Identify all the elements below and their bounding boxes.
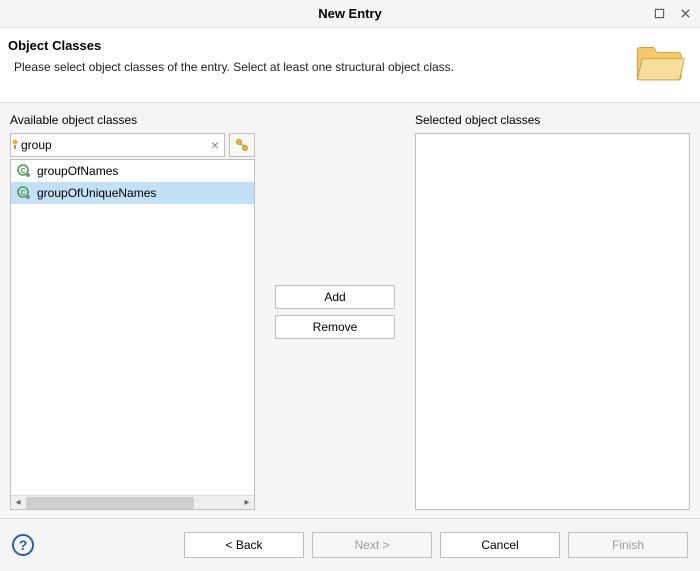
list-item-label: groupOfNames — [37, 164, 118, 178]
list-item[interactable]: CgroupOfNames — [11, 160, 254, 182]
help-button[interactable]: ? — [12, 534, 34, 556]
back-button[interactable]: < Back — [184, 532, 304, 558]
title-bar: New Entry — [0, 0, 700, 28]
toggle-hierarchy-button[interactable] — [229, 133, 255, 157]
close-button[interactable] — [678, 7, 692, 21]
available-list[interactable]: CgroupOfNamesCgroupOfUniqueNames ◂ ▸ — [10, 159, 255, 510]
filter-input[interactable] — [19, 136, 206, 154]
window-title: New Entry — [0, 6, 700, 21]
next-button[interactable]: Next > — [312, 532, 432, 558]
selected-label: Selected object classes — [415, 113, 690, 127]
wizard-header: Object Classes Please select object clas… — [0, 28, 700, 103]
page-description: Please select object classes of the entr… — [8, 59, 624, 76]
add-button[interactable]: Add — [275, 285, 395, 309]
available-panel: Available object classes × CgroupOfNames… — [10, 113, 255, 510]
svg-text:C: C — [20, 168, 25, 175]
object-class-icon: C — [17, 186, 31, 200]
list-item[interactable]: CgroupOfUniqueNames — [11, 182, 254, 204]
list-item-label: groupOfUniqueNames — [37, 186, 156, 200]
filter-field[interactable]: × — [10, 133, 225, 157]
wizard-content: Available object classes × CgroupOfNames… — [0, 103, 700, 510]
object-class-icon: C — [17, 164, 31, 178]
svg-text:C: C — [20, 190, 25, 197]
folder-icon — [634, 38, 686, 86]
selected-list[interactable] — [415, 133, 690, 510]
remove-button[interactable]: Remove — [275, 315, 395, 339]
finish-button[interactable]: Finish — [568, 532, 688, 558]
transfer-buttons: Add Remove — [255, 113, 415, 510]
selected-panel: Selected object classes — [415, 113, 690, 510]
horizontal-scrollbar[interactable]: ◂ ▸ — [11, 495, 254, 509]
clear-filter-button[interactable]: × — [206, 137, 224, 153]
available-label: Available object classes — [10, 113, 255, 127]
scroll-right-arrow[interactable]: ▸ — [240, 496, 254, 510]
lightbulb-icon — [11, 134, 19, 156]
wizard-footer: ? < Back Next > Cancel Finish — [0, 519, 700, 571]
maximize-button[interactable] — [652, 7, 666, 21]
scroll-left-arrow[interactable]: ◂ — [11, 496, 25, 510]
scroll-thumb[interactable] — [26, 497, 194, 509]
page-title: Object Classes — [8, 38, 624, 53]
scroll-track[interactable] — [25, 496, 240, 510]
cancel-button[interactable]: Cancel — [440, 532, 560, 558]
window-controls — [652, 7, 692, 21]
